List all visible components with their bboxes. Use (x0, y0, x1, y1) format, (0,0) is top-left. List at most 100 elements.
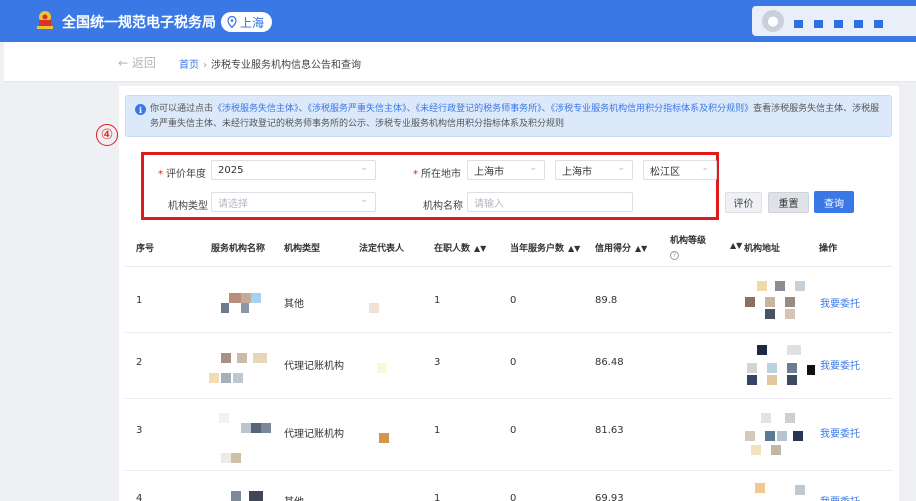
year-value: 2025 (218, 164, 244, 176)
query-button[interactable]: 查询 (814, 191, 854, 213)
legal-rep-redacted (369, 303, 379, 313)
col-served[interactable]: 当年服务户数 ▲▼ (510, 241, 580, 254)
col-index: 序号 (136, 244, 155, 254)
col-action: 操作 (819, 244, 838, 254)
col-address: 机构地址 (744, 244, 781, 254)
col-org-name: 服务机构名称 (211, 244, 266, 254)
org-type-select[interactable]: 请选择 ⌄ (211, 192, 376, 212)
delegate-link[interactable]: 我要委托 (820, 357, 860, 372)
sort-icon[interactable]: ▲▼ (726, 241, 742, 251)
location-pin-icon (227, 16, 237, 28)
sort-icon[interactable]: ▲▼ (635, 244, 647, 253)
link-unregistered-firms[interactable]: 《未经行政登记的税务师事务所》 (416, 104, 542, 114)
cell-index: 4 (136, 493, 143, 501)
org-name-input[interactable]: 请输入 (467, 192, 633, 212)
notice-banner: i 你可以通过点击《涉税服务失信主体》、《涉税服务严重失信主体》、《未经行政登记… (125, 95, 892, 137)
city-select[interactable]: 上海市 ⌄ (555, 160, 633, 180)
col-score-label: 信用得分 (595, 244, 632, 254)
evaluate-button[interactable]: 评价 (725, 192, 762, 213)
link-dishonest-entities[interactable]: 《涉税服务失信主体》 (213, 104, 299, 114)
notice-prefix: 你可以通过点击 (150, 104, 214, 114)
question-icon[interactable]: ? (670, 251, 679, 260)
address-redacted (745, 411, 809, 463)
district-value: 松江区 (650, 166, 680, 178)
cell-index: 1 (136, 295, 143, 306)
delegate-link[interactable]: 我要委托 (820, 295, 860, 310)
cell-served: 0 (510, 493, 517, 501)
cell-index: 3 (136, 425, 143, 436)
org-name-placeholder: 请输入 (474, 198, 504, 210)
cell-staff: 1 (434, 493, 441, 501)
location-selector[interactable]: 上海 (221, 12, 273, 32)
col-score[interactable]: 信用得分 ▲▼ (595, 241, 647, 254)
info-icon: i (135, 104, 146, 115)
link-credit-rules[interactable]: 《涉税专业服务机构信用积分指标体系及积分规则》 (551, 104, 754, 114)
user-menu[interactable]: ● (752, 6, 916, 36)
col-level: 机构等级? (670, 234, 706, 262)
district-select[interactable]: 松江区 ⌄ (643, 160, 717, 180)
address-redacted (745, 281, 807, 327)
cell-served: 0 (510, 295, 517, 306)
col-staff-label: 在职人数 (434, 244, 471, 254)
legal-rep-redacted (377, 363, 387, 373)
org-name-label: 机构名称 (423, 201, 463, 212)
org-name-redacted (203, 277, 265, 323)
year-label: * 评价年度 (158, 169, 206, 180)
cell-index: 2 (136, 357, 143, 368)
org-type-label: 机构类型 (168, 201, 208, 212)
sort-icon[interactable]: ▲▼ (474, 244, 486, 253)
year-label-text: 评价年度 (166, 169, 206, 180)
chevron-down-icon: ⌄ (360, 163, 368, 173)
province-value: 上海市 (474, 166, 504, 178)
emblem-icon (37, 11, 53, 29)
address-redacted (745, 343, 819, 391)
cell-org-type: 其他 (284, 493, 304, 501)
results-table: 序号 服务机构名称 机构类型 法定代表人 在职人数 ▲▼ 当年服务户数 ▲▼ 信用得… (125, 228, 892, 501)
notice-separator: 、 (406, 104, 416, 114)
cell-staff: 1 (434, 425, 441, 436)
col-served-label: 当年服务户数 (510, 244, 565, 254)
cell-score: 69.93 (595, 493, 624, 501)
year-select[interactable]: 2025 ⌄ (211, 160, 376, 180)
delegate-link[interactable]: 我要委托 (820, 493, 860, 501)
top-header-bar: 全国统一规范电子税务局 上海 ● (0, 0, 916, 42)
table-header: 序号 服务机构名称 机构类型 法定代表人 在职人数 ▲▼ 当年服务户数 ▲▼ 信用得… (125, 228, 892, 266)
org-type-placeholder: 请选择 (218, 198, 248, 210)
chevron-down-icon: ⌄ (529, 163, 537, 173)
cell-org-type: 代理记账机构 (284, 361, 344, 372)
cell-org-type: 其他 (284, 299, 304, 310)
user-avatar-icon: ● (762, 10, 784, 32)
table-row: 4 其他 1 0 69.93 我要委托 (125, 470, 892, 501)
sub-navigation-bar: ← 返回 首页 › 涉税专业服务机构信息公告和查询 (4, 42, 916, 82)
cell-served: 0 (510, 357, 517, 368)
chevron-down-icon: ⌄ (360, 195, 368, 205)
chevron-down-icon: ⌄ (617, 163, 625, 173)
address-redacted (755, 483, 815, 501)
col-legal-rep: 法定代表人 (359, 244, 405, 254)
table-row: 3 代理记账机构 1 0 81.63 我要委托 (125, 398, 892, 470)
col-org-type: 机构类型 (284, 244, 321, 254)
cell-score: 89.8 (595, 295, 618, 306)
back-label: 返回 (131, 56, 156, 70)
cell-served: 0 (510, 425, 517, 436)
annotation-marker: ④ (96, 124, 118, 146)
cell-staff: 3 (434, 357, 441, 368)
province-select[interactable]: 上海市 ⌄ (467, 160, 545, 180)
org-name-redacted (215, 413, 275, 465)
chevron-down-icon: ⌄ (701, 163, 709, 173)
org-name-redacted (221, 491, 281, 501)
link-severe-dishonest-entities[interactable]: 《涉税服务严重失信主体》 (308, 104, 407, 114)
breadcrumb-current: 涉税专业服务机构信息公告和查询 (211, 60, 361, 71)
cell-score: 81.63 (595, 425, 624, 436)
breadcrumb-home-link[interactable]: 首页 (179, 60, 199, 71)
cell-score: 86.48 (595, 357, 624, 368)
legal-rep-redacted (379, 433, 389, 443)
notice-separator: 、 (298, 104, 308, 114)
cell-staff: 1 (434, 295, 441, 306)
col-staff[interactable]: 在职人数 ▲▼ (434, 241, 486, 254)
reset-button[interactable]: 重置 (768, 192, 809, 213)
location-label: 上海 (240, 15, 265, 30)
sort-icon[interactable]: ▲▼ (568, 244, 580, 253)
back-button[interactable]: ← 返回 (118, 54, 156, 71)
delegate-link[interactable]: 我要委托 (820, 425, 860, 440)
